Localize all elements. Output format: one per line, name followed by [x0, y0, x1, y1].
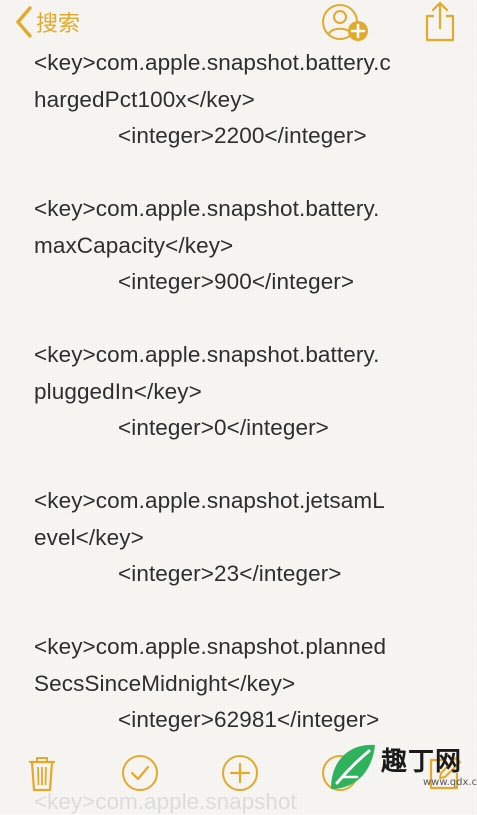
key-line: <key>com.apple.snapshot.planned — [34, 634, 387, 659]
watermark-text: 趣丁网 — [381, 747, 463, 777]
back-button[interactable]: 搜索 — [14, 2, 80, 42]
share-button[interactable] — [420, 0, 460, 44]
add-attachment-button[interactable] — [220, 753, 260, 793]
key-line: <key>com.apple.snapshot.battery.c — [34, 50, 391, 75]
key-line: <key>com.apple.snapshot.jetsamL — [34, 488, 385, 513]
key-line: evel</key> — [34, 524, 144, 550]
value-line: <integer>900</integer> — [118, 269, 355, 294]
plist-entry: <key>com.apple.snapshot.battery.c hargedP… — [34, 45, 457, 191]
delete-button[interactable] — [22, 753, 62, 793]
key-line: hargedPct100x</key> — [34, 86, 255, 112]
add-person-icon — [322, 4, 368, 41]
value-line: <integer>2200</integer> — [118, 123, 367, 148]
chevron-left-icon — [16, 6, 32, 38]
plist-entry: <key>com.apple.snapshot.battery. maxCapac… — [34, 191, 457, 337]
trash-icon — [28, 757, 56, 792]
value-line: <integer>62981</integer> — [118, 707, 380, 732]
plist-entry: <key>com.apple.snapshot.jetsamL evel</key… — [34, 483, 457, 629]
add-people-button[interactable] — [318, 2, 374, 44]
checklist-button[interactable] — [120, 753, 160, 793]
value-line: <integer>0</integer> — [118, 415, 329, 440]
note-body[interactable]: <key>com.apple.snapshot.battery.c hargedP… — [34, 45, 457, 739]
key-line: maxCapacity</key> — [34, 232, 234, 258]
watermark-logo: 趣丁网 www.qdx.com — [323, 735, 477, 799]
key-line: SecsSinceMidnight</key> — [34, 670, 296, 696]
key-line: <key>com.apple.snapshot.battery. — [34, 196, 380, 221]
key-line: pluggedIn</key> — [34, 378, 202, 404]
plist-entry: <key>com.apple.snapshot.battery. pluggedI… — [34, 337, 457, 483]
value-line: <integer>23</integer> — [118, 561, 342, 586]
watermark-url: www.qdx.com — [423, 777, 477, 788]
plist-entry: <key>com.apple.snapshot.planned SecsSince… — [34, 629, 457, 739]
navigation-bar: 搜索 — [0, 0, 477, 50]
share-icon — [425, 1, 455, 42]
back-button-label: 搜索 — [36, 12, 81, 37]
key-line: <key>com.apple.snapshot.battery. — [34, 342, 380, 367]
watermark-emblem-icon — [331, 744, 375, 789]
checkmark-circle-icon — [122, 755, 158, 791]
plus-circle-icon — [222, 755, 258, 791]
